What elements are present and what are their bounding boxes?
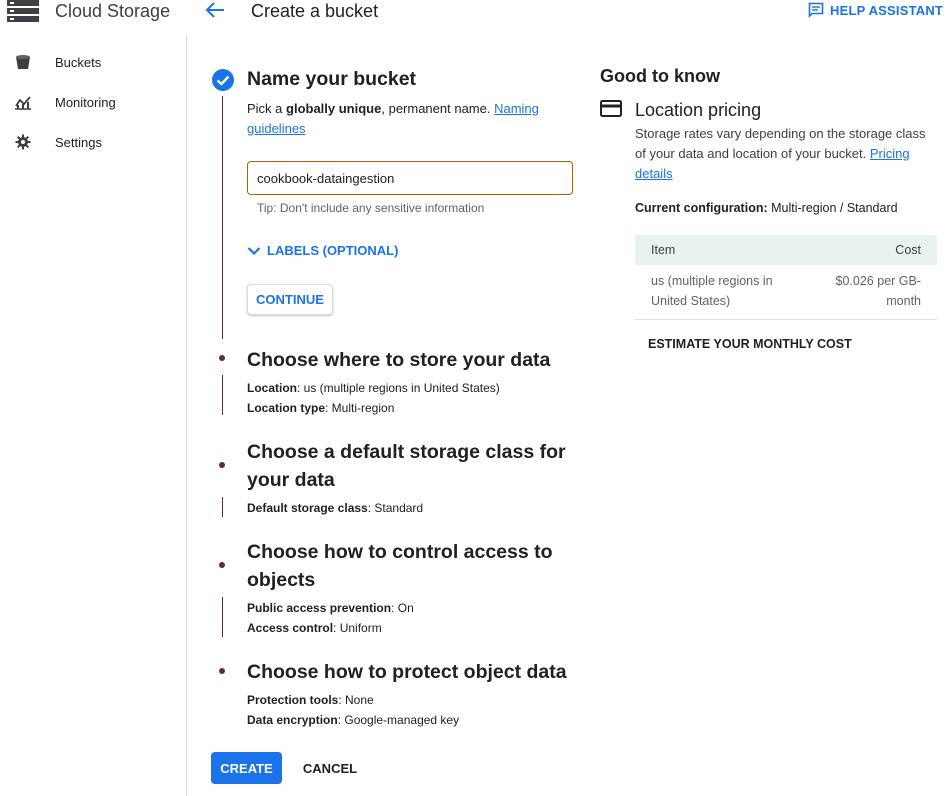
step-indicator-dot: [219, 355, 225, 361]
cell-line: month: [886, 294, 921, 308]
good-to-know-heading: Good to know: [600, 66, 720, 86]
chart-icon: [15, 96, 31, 110]
cloud-storage-logo-icon: [7, 0, 39, 22]
sidebar-item-settings[interactable]: Settings: [0, 122, 186, 162]
sidebar-item-label: Monitoring: [55, 94, 116, 110]
location-pricing-title: Location pricing: [635, 100, 762, 120]
table-row: us (multiple regions in United States) $…: [635, 265, 937, 320]
summary-value: : Standard: [367, 501, 424, 515]
sidebar-item-label: Settings: [55, 134, 102, 150]
step-title-storage-class[interactable]: Choose a default storage class for your …: [247, 438, 566, 494]
step-title-line: objects: [247, 569, 316, 591]
item-cell: us (multiple regions in United States): [635, 265, 809, 320]
help-assistant-label: HELP ASSISTANT: [830, 2, 944, 18]
create-button[interactable]: CREATE: [211, 752, 282, 784]
cell-line: United States): [651, 294, 731, 308]
sidebar-item-label: Buckets: [55, 54, 102, 70]
stepper-connector-line: [222, 375, 223, 415]
help-chat-icon: [808, 2, 824, 18]
chevron-down-icon: [247, 246, 261, 255]
stepper-connector-line: [222, 96, 223, 339]
summary-value: : On: [391, 601, 414, 615]
access-control-summary: Access control: Uniform: [247, 621, 382, 635]
step-title-line: Choose how to control access to: [247, 541, 553, 563]
current-config-value: Multi-region / Standard: [767, 201, 898, 215]
gear-icon: [15, 134, 31, 150]
sidebar: Buckets Monitoring Settings: [0, 35, 187, 796]
cost-cell: $0.026 per GB- month: [808, 265, 937, 320]
app-title: Cloud Storage: [55, 1, 171, 21]
summary-value: : Uniform: [333, 621, 382, 635]
data-encryption-summary: Data encryption: Google-managed key: [247, 713, 459, 727]
storage-class-summary: Default storage class: Standard: [247, 501, 423, 515]
labels-toggle-label: LABELS (OPTIONAL): [267, 243, 399, 258]
sidebar-item-monitoring[interactable]: Monitoring: [0, 82, 186, 122]
cell-line: us (multiple regions in: [651, 274, 773, 288]
step-title-protect-data[interactable]: Choose how to protect object data: [247, 658, 567, 686]
bucket-name-input[interactable]: [247, 161, 573, 195]
summary-key: Public access prevention: [247, 601, 392, 615]
summary-key: Location type: [247, 401, 326, 415]
step-title-access-control[interactable]: Choose how to control access to objects: [247, 538, 553, 594]
step-title-line: Choose a default storage class for: [247, 441, 566, 463]
estimate-monthly-cost-button[interactable]: ESTIMATE YOUR MONTHLY COST: [648, 337, 852, 351]
bucket-icon: [16, 55, 30, 69]
description-text: , permanent name.: [381, 101, 495, 116]
sidebar-item-buckets[interactable]: Buckets: [0, 42, 186, 82]
cell-line: $0.026 per GB-: [835, 274, 921, 288]
summary-value: : us (multiple regions in United States): [297, 381, 500, 395]
column-header-item: Item: [635, 235, 809, 265]
summary-key: Protection tools: [247, 693, 339, 707]
summary-value: : Google-managed key: [337, 713, 460, 727]
page-title: Create a bucket: [251, 1, 379, 21]
location-type-summary: Location type: Multi-region: [247, 401, 394, 415]
description-text: Pick a: [247, 101, 287, 116]
credit-card-icon: [600, 100, 622, 117]
current-config-key: Current configuration:: [635, 201, 768, 215]
step-complete-check-icon: [212, 69, 234, 91]
summary-key: Default storage class: [247, 501, 368, 515]
continue-button[interactable]: CONTINUE: [247, 284, 333, 315]
pricing-table: Item Cost us (multiple regions in United…: [635, 235, 937, 320]
labels-optional-toggle[interactable]: LABELS (OPTIONAL): [247, 243, 398, 258]
description-bold-text: globally unique: [286, 101, 382, 116]
cancel-button[interactable]: CANCEL: [293, 752, 367, 784]
summary-value: : Multi-region: [325, 401, 395, 415]
protection-tools-summary: Protection tools: None: [247, 693, 374, 707]
step-indicator-dot: [219, 668, 225, 674]
table-header-row: Item Cost: [635, 235, 937, 265]
step-indicator-dot: [219, 562, 225, 568]
public-access-summary: Public access prevention: On: [247, 601, 414, 615]
step-description: Pick a globally unique, permanent name. …: [247, 99, 557, 139]
step-indicator-dot: [219, 462, 225, 468]
summary-key: Data encryption: [247, 713, 338, 727]
location-pricing-text: Storage rates vary depending on the stor…: [635, 124, 935, 184]
step-title-name-bucket: Name your bucket: [247, 68, 417, 90]
back-arrow-icon[interactable]: [204, 0, 226, 20]
help-assistant-button[interactable]: HELP ASSISTANT: [808, 0, 943, 20]
step-title-line: your data: [247, 469, 335, 491]
current-configuration: Current configuration: Multi-region / St…: [635, 201, 898, 215]
stepper-connector-line: [222, 597, 223, 637]
location-summary: Location: us (multiple regions in United…: [247, 381, 500, 395]
column-header-cost: Cost: [808, 235, 937, 265]
summary-value: : None: [338, 693, 374, 707]
step-title-location[interactable]: Choose where to store your data: [247, 346, 550, 374]
input-tip-text: Tip: Don't include any sensitive informa…: [257, 201, 485, 215]
summary-key: Access control: [247, 621, 334, 635]
summary-key: Location: [247, 381, 297, 395]
stepper-connector-line: [222, 497, 223, 517]
